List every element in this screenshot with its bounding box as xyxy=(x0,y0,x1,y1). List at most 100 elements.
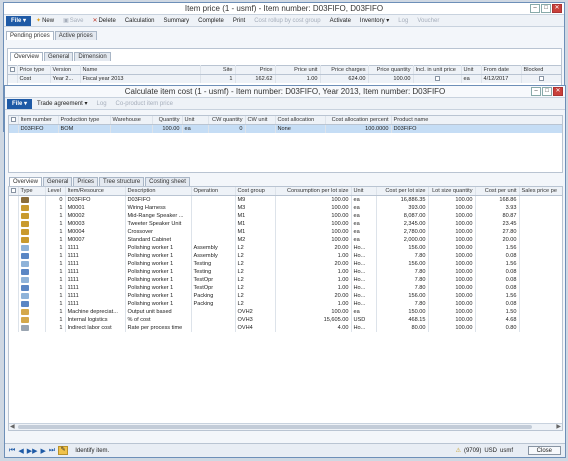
minimize-button[interactable]: – xyxy=(531,87,541,96)
select-all-checkbox[interactable] xyxy=(9,187,19,196)
cell-lot-size-quantity[interactable]: 100.00 xyxy=(428,195,476,204)
cell-unit[interactable]: ea xyxy=(351,212,377,220)
cell-cost-per-lot[interactable]: 7.80 xyxy=(376,268,429,276)
cell-type[interactable] xyxy=(18,308,46,316)
table-row[interactable]: 1 1111 Polishing worker 1 Testing L2 1.00 Ho..… xyxy=(9,268,562,276)
cell-description[interactable]: Polishing worker 1 xyxy=(125,252,192,260)
cell-cost-per-lot[interactable]: 468.15 xyxy=(376,316,429,324)
cell-description[interactable]: Polishing worker 1 xyxy=(125,276,192,284)
activate-button[interactable]: Activate xyxy=(326,16,355,26)
cell-consumption[interactable]: 1.00 xyxy=(275,284,352,292)
cell-operation[interactable] xyxy=(191,220,236,228)
cell-description[interactable]: Rate per process time xyxy=(125,324,192,332)
maximize-button[interactable]: □ xyxy=(542,87,552,96)
cell-item-resource[interactable]: 1111 xyxy=(65,276,126,284)
col-incl-unit-price[interactable]: Incl. in unit price xyxy=(413,65,462,75)
cell-item-resource[interactable]: M0004 xyxy=(65,228,126,236)
scroll-thumb[interactable] xyxy=(18,425,532,429)
cell-price-type[interactable]: Cost xyxy=(17,74,51,83)
cell-item-resource[interactable]: 1111 xyxy=(65,268,126,276)
new-button[interactable]: ✦New xyxy=(32,16,58,26)
file-menu-button[interactable]: File ▾ xyxy=(6,15,32,26)
col-level[interactable]: Level xyxy=(45,187,66,196)
cell-cost-per-unit[interactable]: 0.08 xyxy=(475,284,520,292)
cell-consumption[interactable]: 100.00 xyxy=(275,236,352,244)
cell-cost-group[interactable]: M2 xyxy=(235,236,276,244)
cell-unit[interactable]: Ho... xyxy=(351,276,377,284)
cell-description[interactable]: Standard Cabinet xyxy=(125,236,192,244)
tab-costing-sheet[interactable]: Costing sheet xyxy=(145,177,190,186)
cell-cost-per-lot[interactable]: 16,886.35 xyxy=(376,195,429,204)
cell-product-name[interactable]: D03FIFO xyxy=(391,124,562,133)
cell-description[interactable]: Output unit based xyxy=(125,308,192,316)
cell-item-resource[interactable]: D03FIFO xyxy=(65,195,126,204)
cell-level[interactable]: 1 xyxy=(45,292,66,300)
cell-from-date[interactable]: 4/12/2017 xyxy=(481,74,522,83)
cell-level[interactable]: 1 xyxy=(45,212,66,220)
table-row[interactable]: 1 M0004 Crossover M1 100.00 ea 2,780.00 100.00 2… xyxy=(9,228,562,236)
close-window-button[interactable]: ✕ xyxy=(552,4,562,13)
print-button[interactable]: Print xyxy=(229,16,249,26)
row-select[interactable] xyxy=(9,324,19,332)
col-price-quantity[interactable]: Price quantity xyxy=(368,65,414,75)
cell-price-charges[interactable]: 624.00 xyxy=(320,74,369,83)
next-record-icon[interactable]: ▶ xyxy=(40,447,45,455)
trade-agreement-menu-button[interactable]: Trade agreement ▾ xyxy=(33,99,92,109)
table-row[interactable]: 1 Machine depreciat... Output unit based OV… xyxy=(9,308,562,316)
cell-type[interactable] xyxy=(18,236,46,244)
cell-unit[interactable]: ea xyxy=(351,236,377,244)
cell-sales-price[interactable] xyxy=(519,276,562,284)
cell-operation[interactable]: TestOpr xyxy=(191,276,236,284)
col-cost-group[interactable]: Cost group xyxy=(235,187,276,196)
cell-sales-price[interactable] xyxy=(519,316,562,324)
cell-description[interactable]: Tweeter Speaker Unit xyxy=(125,220,192,228)
cell-sales-price[interactable] xyxy=(519,212,562,220)
cell-lot-size-quantity[interactable]: 100.00 xyxy=(428,324,476,332)
tab-overview[interactable]: Overview xyxy=(9,177,43,186)
cell-quantity[interactable]: 100.00 xyxy=(152,124,183,133)
cell-cost-per-lot[interactable]: 2,345.00 xyxy=(376,220,429,228)
cell-version[interactable]: Year 2... xyxy=(50,74,81,83)
cell-blocked[interactable] xyxy=(521,74,561,83)
cell-unit[interactable]: ea xyxy=(351,228,377,236)
cell-cost-per-lot[interactable]: 7.80 xyxy=(376,252,429,260)
row-select[interactable] xyxy=(9,124,19,133)
row-select[interactable] xyxy=(9,195,19,204)
table-row[interactable]: 1 1111 Polishing worker 1 Packing L2 1.00 Ho..… xyxy=(9,300,562,308)
cell-operation[interactable]: Packing xyxy=(191,300,236,308)
table-row[interactable]: 1 1111 Polishing worker 1 Assembly L2 1.00 Ho.… xyxy=(9,252,562,260)
minimize-button[interactable]: – xyxy=(530,4,540,13)
table-row[interactable]: 1 M0001 Wiring Harness M3 100.00 ea 393.00 100.… xyxy=(9,204,562,212)
cell-cost-per-unit[interactable]: 0.08 xyxy=(475,276,520,284)
tab-pending-prices[interactable]: Pending prices xyxy=(6,31,54,40)
col-name[interactable]: Name xyxy=(80,65,201,75)
cell-unit[interactable]: ea xyxy=(351,308,377,316)
cell-level[interactable]: 1 xyxy=(45,244,66,252)
cell-lot-size-quantity[interactable]: 100.00 xyxy=(428,220,476,228)
col-quantity[interactable]: Quantity xyxy=(152,116,183,125)
cell-cost-per-unit[interactable]: 1.50 xyxy=(475,308,520,316)
cell-description[interactable]: Polishing worker 1 xyxy=(125,284,192,292)
cell-level[interactable]: 1 xyxy=(45,204,66,212)
cell-cost-per-lot[interactable]: 150.00 xyxy=(376,308,429,316)
cell-item-resource[interactable]: M0007 xyxy=(65,236,126,244)
cell-cost-group[interactable]: L2 xyxy=(235,268,276,276)
cell-unit[interactable]: Ho... xyxy=(351,292,377,300)
incl-unit-price-checkbox[interactable] xyxy=(434,76,440,82)
cell-cost-per-unit[interactable]: 0.08 xyxy=(475,300,520,308)
cell-description[interactable]: Mid-Range Speaker ... xyxy=(125,212,192,220)
cell-consumption[interactable]: 1.00 xyxy=(275,268,352,276)
cell-sales-price[interactable] xyxy=(519,284,562,292)
col-site[interactable]: Site xyxy=(200,65,236,75)
cell-cost-per-unit[interactable]: 4.68 xyxy=(475,316,520,324)
cell-cost-group[interactable]: L2 xyxy=(235,292,276,300)
row-select[interactable] xyxy=(9,308,19,316)
col-unit[interactable]: Unit xyxy=(182,116,209,125)
col-version[interactable]: Version xyxy=(50,65,81,75)
col-cw-unit[interactable]: CW unit xyxy=(245,116,276,125)
cell-cost-group[interactable]: L2 xyxy=(235,244,276,252)
cell-cost-group[interactable]: M1 xyxy=(235,228,276,236)
cell-lot-size-quantity[interactable]: 100.00 xyxy=(428,204,476,212)
cell-type[interactable] xyxy=(18,195,46,204)
table-row[interactable]: 1 1111 Polishing worker 1 Assembly L2 20.00 Ho… xyxy=(9,244,562,252)
